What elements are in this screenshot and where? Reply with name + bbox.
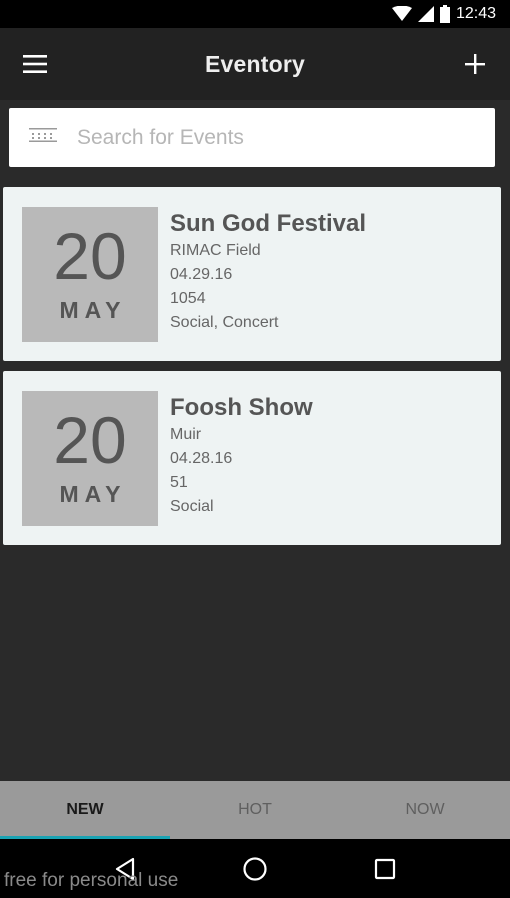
status-time: 12:43 (455, 5, 496, 22)
event-month: MAY (59, 481, 127, 507)
event-date: 04.29.16 (170, 266, 233, 283)
date-block: 20 MAY (22, 391, 158, 526)
event-title: Sun God Festival (170, 210, 367, 237)
event-info: Sun God Festival RIMAC Field 04.29.16 10… (170, 209, 366, 335)
event-info: Foosh Show Muir 04.28.16 51 Social (170, 393, 313, 519)
tab-now[interactable]: NOW (340, 781, 510, 839)
recents-square-icon[interactable] (365, 849, 405, 889)
event-card[interactable]: 20 MAY Foosh Show Muir 04.28.16 51 Socia… (3, 371, 501, 545)
system-nav-bar (0, 839, 510, 898)
tab-hot[interactable]: HOT (170, 781, 340, 839)
plus-icon[interactable] (462, 51, 488, 77)
search-input[interactable] (77, 125, 457, 150)
event-card[interactable]: 20 MAY Sun God Festival RIMAC Field 04.2… (3, 187, 501, 361)
app-bar: Eventory (0, 28, 510, 100)
event-count: 51 (170, 474, 188, 491)
event-tags: Social (170, 498, 214, 515)
date-block: 20 MAY (22, 207, 158, 342)
back-triangle-icon[interactable] (105, 849, 145, 889)
tab-bar: NEW HOT NOW (0, 781, 510, 839)
calendar-icon (29, 128, 57, 147)
search-bar[interactable] (9, 108, 495, 167)
event-tags: Social, Concert (170, 314, 279, 331)
event-count: 1054 (170, 290, 206, 307)
event-day: 20 (53, 219, 127, 293)
event-day: 20 (53, 403, 127, 477)
status-bar: 12:43 (0, 0, 510, 28)
event-month: MAY (59, 297, 127, 323)
cell-signal-icon (417, 6, 434, 22)
home-circle-icon[interactable] (235, 849, 275, 889)
app-title: Eventory (204, 50, 306, 77)
hamburger-menu-icon[interactable] (22, 51, 48, 77)
event-date: 04.28.16 (170, 450, 233, 467)
event-location: Muir (170, 426, 202, 443)
wifi-icon (391, 6, 412, 22)
event-location: RIMAC Field (170, 242, 261, 259)
event-title: Foosh Show (170, 394, 313, 421)
battery-icon (439, 5, 450, 23)
tab-new[interactable]: NEW (0, 781, 170, 839)
